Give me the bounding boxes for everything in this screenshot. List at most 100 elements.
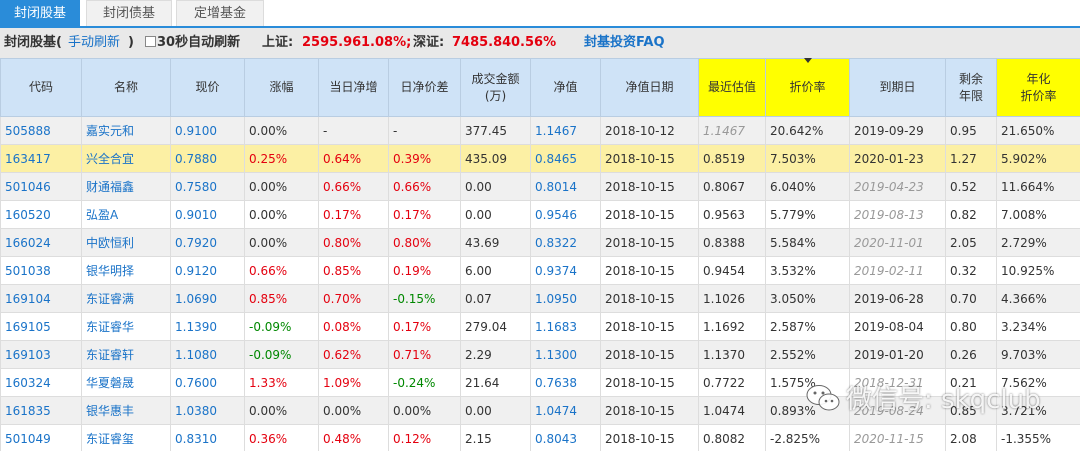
cell-name[interactable]: 东证睿轩	[81, 340, 171, 369]
column-header-estimate[interactable]: 最近估值	[698, 58, 766, 117]
manual-refresh-link[interactable]: 手动刷新	[68, 28, 120, 58]
table-row[interactable]: 169103 东证睿轩 1.1080 -0.09% 0.62% 0.71% 2.29 1.13…	[0, 340, 1080, 369]
cell-price[interactable]: 0.7880	[170, 144, 245, 173]
cell-name[interactable]: 银华明择	[81, 256, 171, 285]
cell-estimate: 1.1026	[698, 284, 766, 313]
table-row[interactable]: 505888 嘉实元和 0.9100 0.00% - -377.45 1.1467 2018-…	[0, 116, 1080, 145]
column-header-nav-change[interactable]: 当日净增	[318, 58, 389, 117]
cell-code[interactable]: 169105	[0, 312, 82, 341]
cell-code[interactable]: 169103	[0, 340, 82, 369]
cell-name[interactable]: 弘盈A	[81, 200, 171, 229]
cell-name[interactable]: 嘉实元和	[81, 116, 171, 145]
cell-code[interactable]: 166024	[0, 228, 82, 257]
table-row[interactable]: 169104 东证睿满 1.0690 0.85% 0.70% -0.15% 0.07 1.09…	[0, 284, 1080, 313]
cell-price[interactable]: 0.7920	[170, 228, 245, 257]
cell-price[interactable]: 0.9010	[170, 200, 245, 229]
column-header-label: 最近估值	[707, 80, 756, 94]
table-row[interactable]: 166024 中欧恒利 0.7920 0.00% 0.80% 0.80% 43.69 0.83…	[0, 228, 1080, 257]
cell-code[interactable]: 501046	[0, 172, 82, 201]
cell-price[interactable]: 0.7600	[170, 368, 245, 397]
sort-desc-icon	[803, 58, 812, 63]
cell-price[interactable]: 1.0380	[170, 396, 245, 425]
table-row[interactable]: 163417 兴全合宜 0.7880 0.25% 0.64% 0.39% 435.09 0.8…	[0, 144, 1080, 173]
cell-price[interactable]: 1.0690	[170, 284, 245, 313]
cell-remaining-years: 0.95	[945, 116, 997, 145]
column-header-remaining-years[interactable]: 剩余 年限	[945, 58, 997, 117]
table-row[interactable]: 501038 银华明择 0.9120 0.66% 0.85% 0.19% 6.00 0.937…	[0, 256, 1080, 285]
cell-nav-change: 0.85%	[318, 256, 389, 285]
cell-nav[interactable]: 0.9374	[530, 256, 601, 285]
cell-price[interactable]: 0.9100	[170, 116, 245, 145]
cell-nav[interactable]: 1.1683	[530, 312, 601, 341]
tab-closed-equity-funds[interactable]: 封闭股基	[0, 0, 80, 26]
cell-name[interactable]: 银华惠丰	[81, 396, 171, 425]
column-header-code[interactable]: 代码	[0, 58, 82, 117]
column-header-spread[interactable]: 日净价差	[388, 58, 461, 117]
cell-code[interactable]: 163417	[0, 144, 82, 173]
cell-price[interactable]: 0.8310	[170, 424, 245, 451]
cell-nav[interactable]: 1.0474	[530, 396, 601, 425]
cell-nav[interactable]: 0.8322	[530, 228, 601, 257]
cell-nav[interactable]: 1.0950	[530, 284, 601, 313]
cell-price[interactable]: 1.1080	[170, 340, 245, 369]
cell-name[interactable]: 东证睿满	[81, 284, 171, 313]
table-row[interactable]: 160520 弘盈A 0.9010 0.00% 0.17% 0.17% 0.00 0.9546…	[0, 200, 1080, 229]
column-header-change[interactable]: 涨幅	[244, 58, 319, 117]
cell-code[interactable]: 501038	[0, 256, 82, 285]
cell-code[interactable]: 160520	[0, 200, 82, 229]
cell-nav-date: 2018-10-15	[600, 368, 699, 397]
cell-turnover: 43.69	[460, 228, 531, 257]
cell-code[interactable]: 161835	[0, 396, 82, 425]
cell-code[interactable]: 501049	[0, 424, 82, 451]
sz-index-value: 7485.84	[452, 35, 512, 50]
cell-spread: -0.24%	[388, 368, 461, 397]
cell-price[interactable]: 0.7580	[170, 172, 245, 201]
auto-refresh-toggle[interactable]: 30秒自动刷新	[145, 28, 240, 58]
column-header-annual-discount[interactable]: 年化 折价率	[996, 58, 1080, 117]
cell-name[interactable]: 东证睿华	[81, 312, 171, 341]
cell-spread: 0.17%	[388, 312, 461, 341]
cell-nav-change: -	[318, 116, 389, 145]
cell-code[interactable]: 169104	[0, 284, 82, 313]
cell-nav[interactable]: 0.8465	[530, 144, 601, 173]
tab-private-placement-funds[interactable]: 定增基金	[176, 0, 264, 26]
cell-name[interactable]: 兴全合宜	[81, 144, 171, 173]
cell-maturity: 2019-06-28	[849, 284, 946, 313]
column-header-label: 折价率	[1020, 88, 1057, 103]
cell-code[interactable]: 160324	[0, 368, 82, 397]
column-header-name[interactable]: 名称	[81, 58, 171, 117]
checkbox-icon[interactable]	[145, 36, 156, 47]
cell-price[interactable]: 1.1390	[170, 312, 245, 341]
tab-closed-bond-funds[interactable]: 封闭债基	[86, 0, 172, 26]
column-header-discount[interactable]: 折价率	[765, 58, 850, 117]
column-header-nav[interactable]: 净值	[530, 58, 601, 117]
cell-code[interactable]: 505888	[0, 116, 82, 145]
cell-nav[interactable]: 0.9546	[530, 200, 601, 229]
faq-link[interactable]: 封基投资FAQ	[584, 28, 665, 58]
table-row[interactable]: 169105 东证睿华 1.1390 -0.09% 0.08% 0.17% 279.04 1.…	[0, 312, 1080, 341]
cell-estimate: 0.8519	[698, 144, 766, 173]
cell-nav[interactable]: 0.8014	[530, 172, 601, 201]
column-header-price[interactable]: 现价	[170, 58, 245, 117]
column-header-maturity[interactable]: 到期日	[849, 58, 946, 117]
cell-remaining-years: 0.82	[945, 200, 997, 229]
table-row[interactable]: 501046 财通福鑫 0.7580 0.00% 0.66% 0.66% 0.00 0.801…	[0, 172, 1080, 201]
cell-name[interactable]: 财通福鑫	[81, 172, 171, 201]
cell-name[interactable]: 华夏磐晟	[81, 368, 171, 397]
column-header-nav-date[interactable]: 净值日期	[600, 58, 699, 117]
cell-nav-change: 1.09%	[318, 368, 389, 397]
cell-discount: 6.040%	[765, 172, 850, 201]
column-header-turnover[interactable]: 成交金额 (万)	[460, 58, 531, 117]
cell-name[interactable]: 中欧恒利	[81, 228, 171, 257]
cell-nav-date: 2018-10-15	[600, 256, 699, 285]
cell-nav[interactable]: 1.1300	[530, 340, 601, 369]
wechat-watermark: 微信号: skqclub	[806, 379, 1041, 416]
cell-nav-change: 0.64%	[318, 144, 389, 173]
cell-nav[interactable]: 1.1467	[530, 116, 601, 145]
cell-nav[interactable]: 0.8043	[530, 424, 601, 451]
cell-name[interactable]: 东证睿玺	[81, 424, 171, 451]
cell-change: 0.00%	[244, 116, 319, 145]
table-row[interactable]: 501049 东证睿玺 0.8310 0.36% 0.48% 0.12% 2.15 0.804…	[0, 424, 1080, 451]
cell-nav[interactable]: 0.7638	[530, 368, 601, 397]
cell-price[interactable]: 0.9120	[170, 256, 245, 285]
